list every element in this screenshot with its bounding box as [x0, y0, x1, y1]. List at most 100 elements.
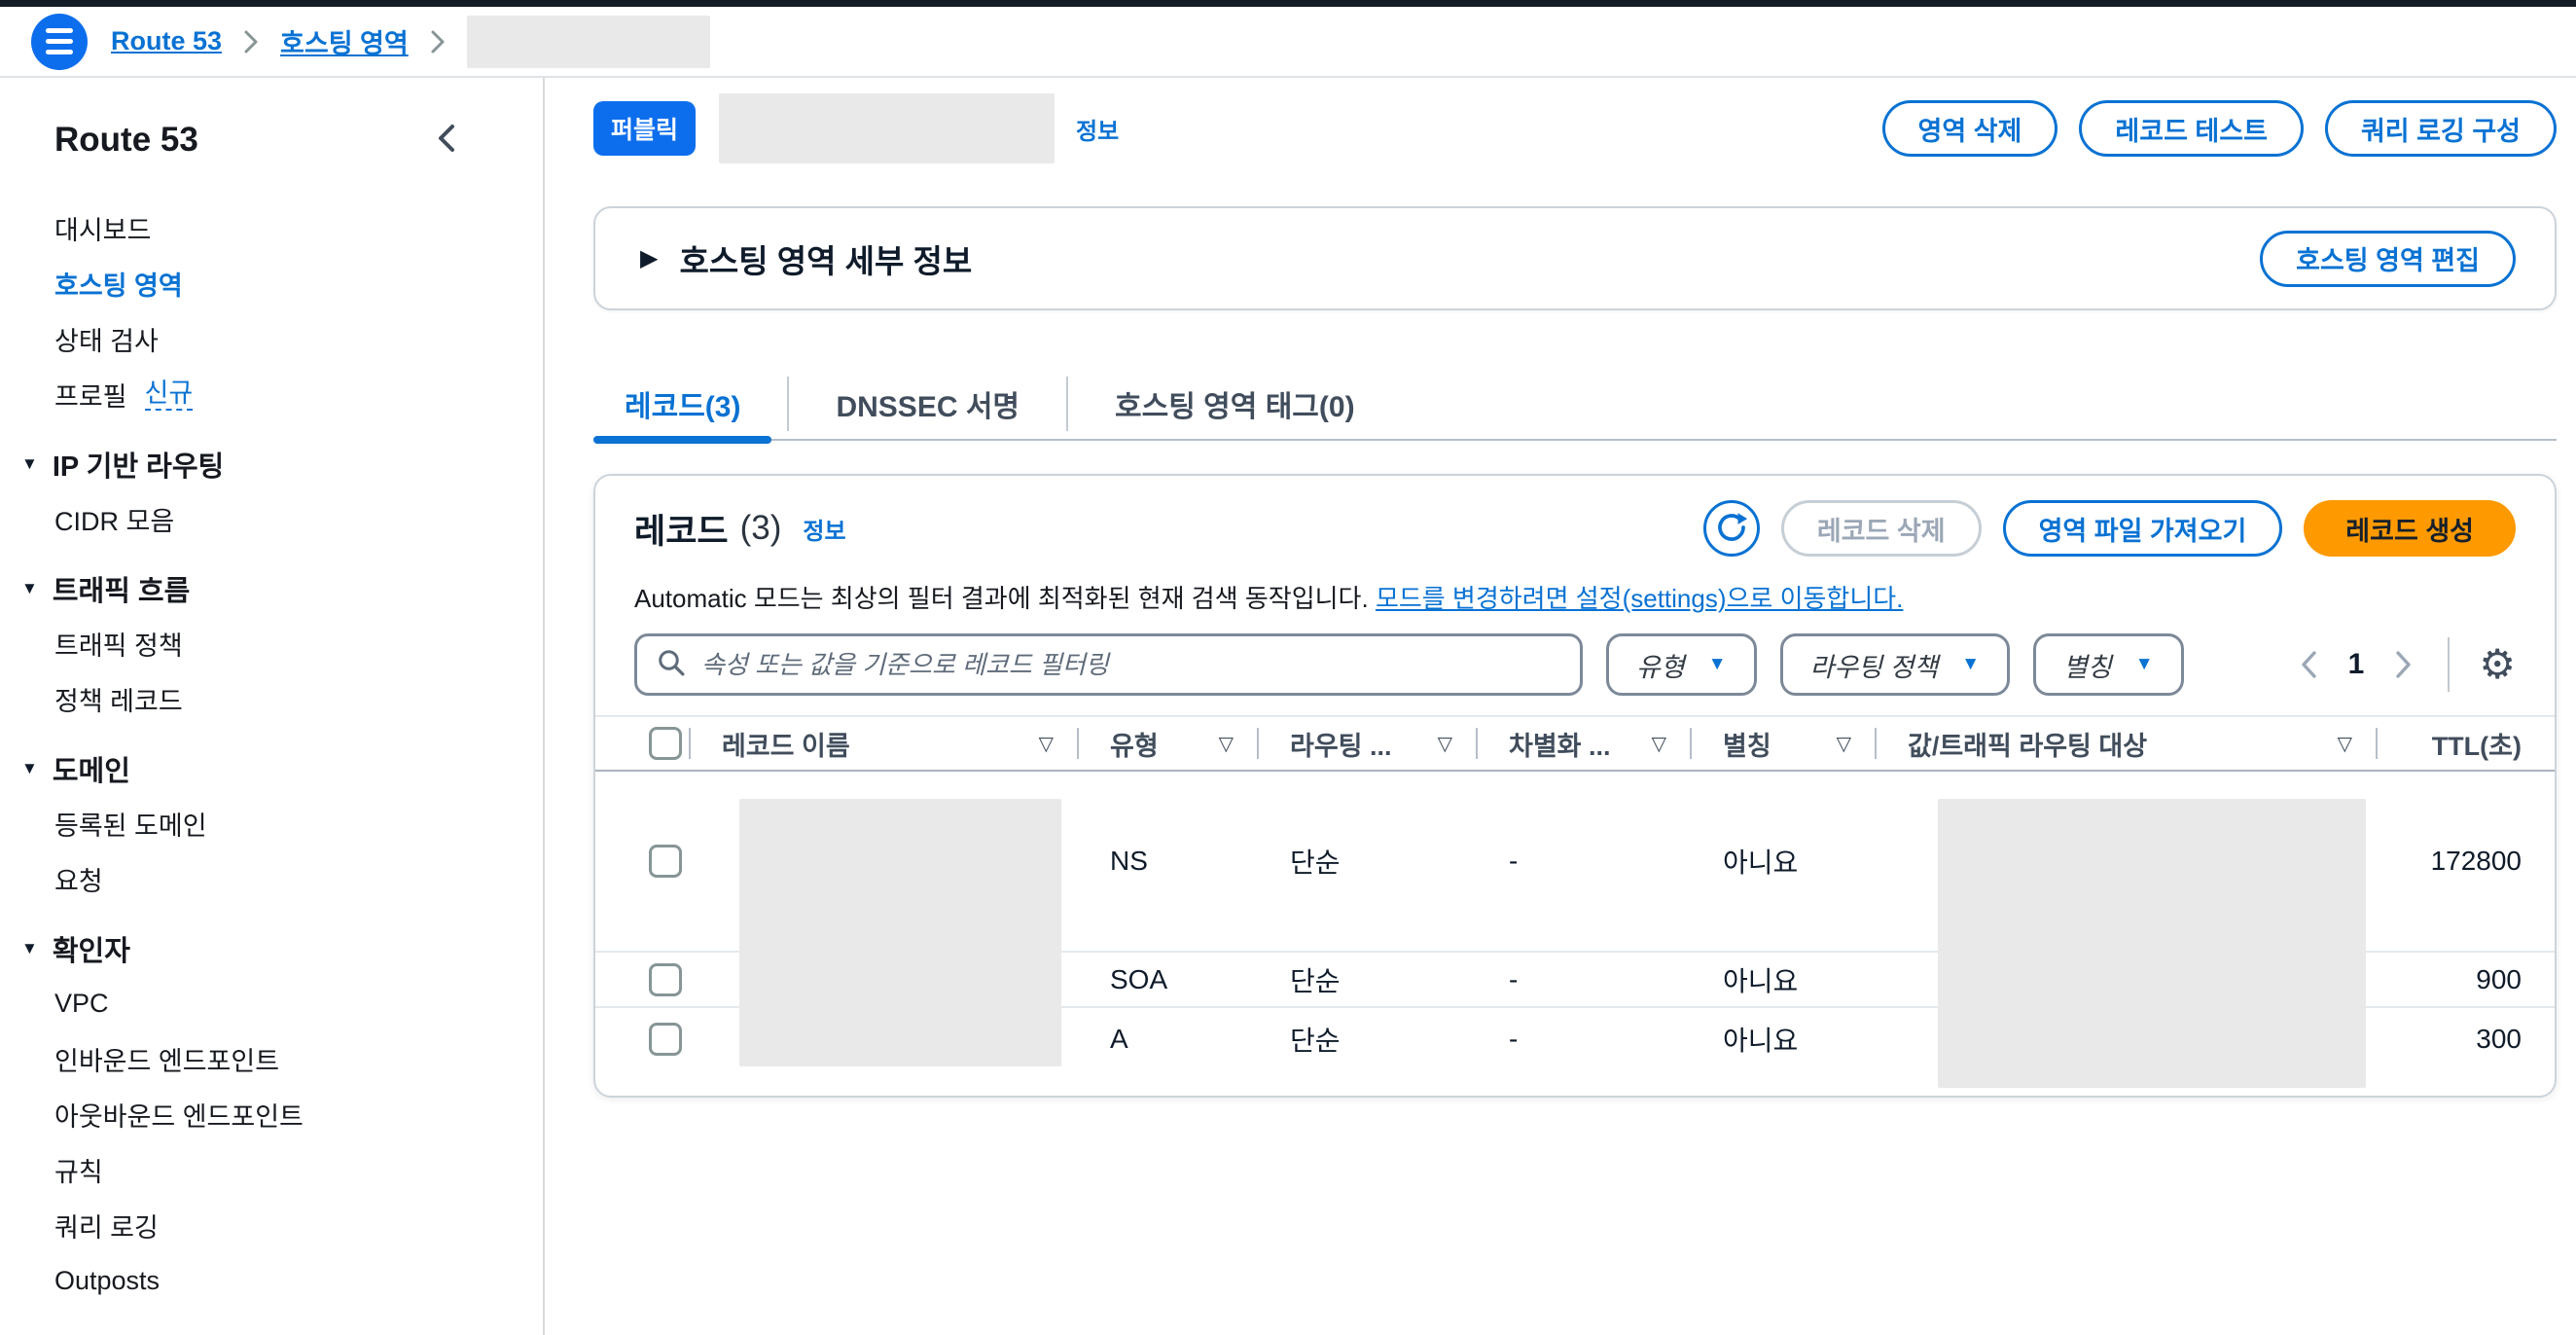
sidebar-item-profiles[interactable]: 프로필신규: [0, 367, 543, 422]
record-routing-cell: 단순: [1257, 953, 1476, 1006]
type-filter-dropdown[interactable]: 유형▼: [1606, 633, 1757, 696]
row-checkbox[interactable]: [649, 1023, 682, 1056]
column-header-alias[interactable]: 별칭▽: [1690, 717, 1875, 770]
sort-icon[interactable]: ▽: [1219, 732, 1234, 756]
record-differentiator-cell: -: [1476, 1008, 1690, 1070]
new-badge: 신규: [145, 379, 194, 411]
records-title: 레코드: [634, 504, 729, 554]
search-icon: [657, 648, 686, 682]
pagination: 1 ⚙: [2298, 637, 2516, 692]
record-values-redacted: [1938, 799, 2366, 1088]
record-ttl-cell: 900: [2376, 953, 2558, 1006]
record-differentiator-cell: -: [1476, 953, 1690, 1006]
sidebar-item-traffic-policies[interactable]: 트래픽 정책: [0, 616, 543, 671]
sort-icon[interactable]: ▽: [1837, 732, 1851, 756]
edit-hosted-zone-button[interactable]: 호스팅 영역 편집: [2260, 231, 2516, 287]
row-checkbox[interactable]: [649, 845, 682, 878]
route53-console: Route 53 호스팅 영역 Route 53 대시보드 호스팅 영역 상태 …: [0, 0, 2576, 1335]
delete-record-button[interactable]: 레코드 삭제: [1781, 500, 1982, 557]
record-alias-cell: 아니요: [1690, 1008, 1875, 1070]
refresh-button[interactable]: [1703, 500, 1760, 557]
sidebar-item-inbound-endpoints[interactable]: 인바운드 엔드포인트: [0, 1031, 543, 1087]
breadcrumb-hosted-zones-link[interactable]: 호스팅 영역: [280, 22, 409, 60]
sort-icon[interactable]: ▽: [1039, 732, 1054, 756]
row-checkbox[interactable]: [649, 963, 682, 996]
sort-icon[interactable]: ▽: [2338, 732, 2352, 756]
configure-query-logging-button[interactable]: 쿼리 로깅 구성: [2325, 100, 2557, 157]
sidebar-item-dashboard[interactable]: 대시보드: [0, 200, 543, 256]
tab-divider: [1066, 377, 1068, 431]
info-link[interactable]: 정보: [1076, 112, 1119, 146]
sidebar-item-policy-records[interactable]: 정책 레코드: [0, 671, 543, 727]
page-header: 퍼블릭 정보 영역 삭제 레코드 테스트 쿼리 로깅 구성: [593, 93, 2557, 163]
tab-records[interactable]: 레코드(3): [593, 369, 771, 439]
record-type-cell: A: [1077, 1008, 1257, 1070]
sidebar-item-hosted-zones[interactable]: 호스팅 영역: [0, 256, 543, 311]
sidebar-item-outposts[interactable]: Outposts: [0, 1253, 543, 1309]
sidebar-section-resolver: ▼확인자: [0, 920, 543, 976]
previous-page-icon[interactable]: [2298, 649, 2319, 680]
record-names-redacted: [739, 799, 1061, 1066]
alias-filter-dropdown[interactable]: 별칭▼: [2033, 633, 2184, 696]
zone-name-redacted: [719, 93, 1055, 163]
sort-icon[interactable]: ▽: [1438, 732, 1452, 756]
create-record-button[interactable]: 레코드 생성: [2304, 500, 2516, 557]
triangle-down-icon[interactable]: ▼: [21, 759, 38, 778]
column-header-differentiator[interactable]: 차별화 ...▽: [1476, 717, 1690, 770]
routing-policy-filter-dropdown[interactable]: 라우팅 정책▼: [1780, 633, 2011, 696]
select-all-checkbox[interactable]: [649, 727, 682, 760]
sidebar-nav: 대시보드 호스팅 영역 상태 검사 프로필신규 ▼IP 기반 라우팅 CIDR …: [0, 200, 543, 1309]
sidebar-item-rules[interactable]: 규칙: [0, 1142, 543, 1198]
sidebar-item-cidr-collections[interactable]: CIDR 모음: [0, 491, 543, 547]
record-alias-cell: 아니요: [1690, 772, 1875, 951]
breadcrumb-zone-name-redacted: [467, 16, 710, 68]
hosted-zone-details-toggle[interactable]: ▶ 호스팅 영역 세부 정보: [640, 235, 972, 282]
info-link[interactable]: 정보: [803, 512, 845, 546]
current-page-number[interactable]: 1: [2348, 648, 2365, 681]
delete-zone-button[interactable]: 영역 삭제: [1882, 100, 2058, 157]
triangle-right-icon[interactable]: ▶: [640, 244, 658, 272]
sidebar-title: Route 53: [54, 121, 198, 160]
settings-link[interactable]: 모드를 변경하려면 설정(settings)으로 이동합니다.: [1376, 584, 1903, 613]
record-type-cell: SOA: [1077, 953, 1257, 1006]
sidebar-section-ip-routing: ▼IP 기반 라우팅: [0, 436, 543, 491]
gear-icon[interactable]: ⚙: [2479, 644, 2516, 685]
details-panel-title: 호스팅 영역 세부 정보: [679, 235, 972, 282]
sidebar-item-outbound-endpoints[interactable]: 아웃바운드 엔드포인트: [0, 1087, 543, 1142]
sidebar-item-query-logging[interactable]: 쿼리 로깅: [0, 1198, 543, 1253]
sidebar-collapse-icon[interactable]: [434, 122, 457, 160]
filter-mode-text: Automatic 모드는 최상의 필터 결과에 최적화된 현재 검색 동작입니…: [634, 579, 2516, 614]
triangle-down-icon[interactable]: ▼: [21, 579, 38, 598]
sidebar-item-requests[interactable]: 요청: [0, 851, 543, 907]
test-record-button[interactable]: 레코드 테스트: [2079, 100, 2304, 157]
record-ttl-cell: 300: [2376, 1008, 2558, 1070]
column-header-type[interactable]: 유형▽: [1077, 717, 1257, 770]
records-table-header: 레코드 이름▽ 유형▽ 라우팅 ...▽ 차별화 ...▽ 별칭▽ 값/트래픽 …: [595, 715, 2555, 772]
sidebar-item-health-checks[interactable]: 상태 검사: [0, 311, 543, 367]
record-routing-cell: 단순: [1257, 772, 1476, 951]
sidebar: Route 53 대시보드 호스팅 영역 상태 검사 프로필신규 ▼IP 기반 …: [0, 78, 545, 1335]
triangle-down-icon[interactable]: ▼: [21, 939, 38, 958]
sidebar-section-domains: ▼도메인: [0, 740, 543, 796]
column-header-value[interactable]: 값/트래픽 라우팅 대상▽: [1875, 717, 2376, 770]
sidebar-section-traffic-flow: ▼트래픽 흐름: [0, 560, 543, 616]
record-alias-cell: 아니요: [1690, 953, 1875, 1006]
record-differentiator-cell: -: [1476, 772, 1690, 951]
column-header-routing[interactable]: 라우팅 ...▽: [1257, 717, 1476, 770]
records-card-header: 레코드 (3) 정보 레코드 삭제 영역 파일 가져오기 레코드 생성: [634, 499, 2516, 558]
tab-dnssec-signing[interactable]: DNSSEC 서명: [805, 369, 1051, 439]
sidebar-item-vpc[interactable]: VPC: [0, 976, 543, 1031]
record-filter-search[interactable]: [634, 633, 1583, 696]
hamburger-menu-icon[interactable]: [31, 14, 88, 70]
column-header-record-name[interactable]: 레코드 이름▽: [689, 717, 1077, 770]
triangle-down-icon[interactable]: ▼: [21, 454, 38, 474]
sort-icon[interactable]: ▽: [1652, 732, 1666, 756]
column-header-ttl[interactable]: TTL(초): [2376, 717, 2558, 770]
record-filter-input[interactable]: [701, 650, 1560, 680]
import-zone-file-button[interactable]: 영역 파일 가져오기: [2003, 500, 2283, 557]
breadcrumb-route53-link[interactable]: Route 53: [111, 26, 222, 56]
next-page-icon[interactable]: [2393, 649, 2415, 680]
sidebar-item-registered-domains[interactable]: 등록된 도메인: [0, 796, 543, 851]
tab-hosted-zone-tags[interactable]: 호스팅 영역 태그(0): [1084, 369, 1386, 439]
refresh-icon: [1715, 511, 1748, 547]
